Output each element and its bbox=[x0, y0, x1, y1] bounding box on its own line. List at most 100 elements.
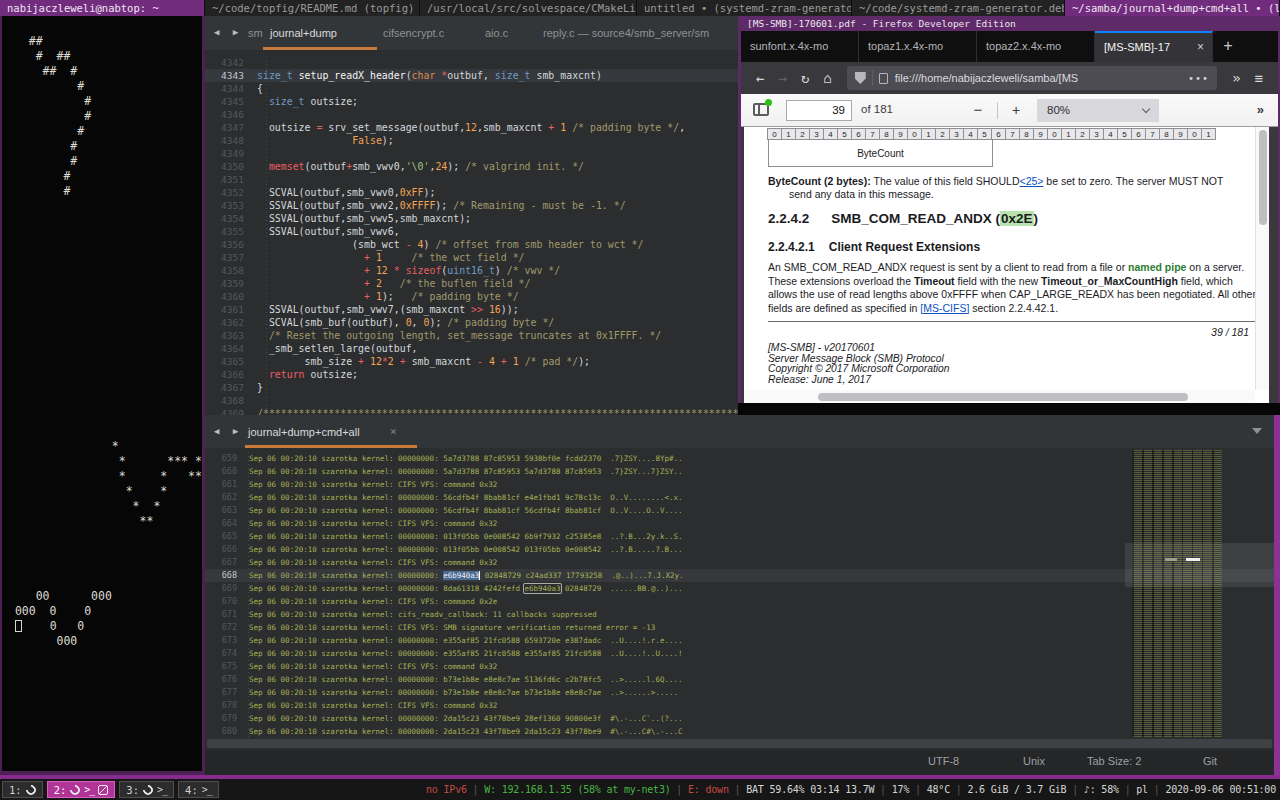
new-tab-button[interactable]: + bbox=[1213, 31, 1243, 62]
window-tab[interactable]: ~/code/topfig/README.md (topfig) … bbox=[205, 0, 420, 16]
log-text: Sep 06 00:20:10 szarotka kernel: CIFS VF… bbox=[249, 699, 497, 712]
window-tab[interactable]: nabijaczleweli@nabtop: ~ bbox=[0, 0, 205, 16]
log-text: Sep 06 00:20:10 szarotka kernel: CIFS VF… bbox=[249, 556, 497, 569]
workspace-button[interactable]: 1: bbox=[2, 781, 43, 798]
line-number: 669 bbox=[205, 582, 249, 595]
firefox-window: [MS-SMB]-170601.pdf - Firefox Developer … bbox=[738, 16, 1280, 403]
code-text: SSVAL(outbuf,smb_vwv7,(smb_maxcnt >> 16)… bbox=[257, 303, 519, 316]
bit-cell: 8 bbox=[1159, 128, 1174, 140]
firefox-navbar: ← → ↻ ⌂ file:///home/nabijaczleweli/samb… bbox=[741, 62, 1278, 94]
code-line: 4351 bbox=[205, 173, 738, 186]
log-text: Sep 06 00:20:10 szarotka kernel: 0000000… bbox=[249, 491, 682, 504]
log-line: 670Sep 06 00:20:10 szarotka kernel: CIFS… bbox=[205, 595, 1274, 608]
terminal-window[interactable]: ## # ## ## # # # # # # # # # * * *** * * bbox=[0, 16, 205, 775]
pdf-text-line: An SMB_COM_READ_ANDX request is sent by … bbox=[768, 261, 1244, 273]
tab-scroll-arrows[interactable]: ◀ ▶ bbox=[214, 426, 242, 436]
status-segment: E: down bbox=[688, 784, 729, 795]
url-bar[interactable]: file:///home/nabijaczleweli/samba/[MS ••… bbox=[847, 66, 1217, 90]
code-line: 4366 return outsize; bbox=[205, 368, 738, 381]
line-number: 674 bbox=[205, 647, 249, 660]
home-icon[interactable]: ⌂ bbox=[823, 70, 831, 86]
editor-top-code[interactable]: 43424343size_t setup_readX_header(char *… bbox=[205, 50, 738, 415]
line-number: 667 bbox=[205, 556, 249, 569]
browser-tab[interactable]: topaz1.x.4x-mo bbox=[859, 31, 977, 62]
pdf-paragraph: send any data in this message. bbox=[789, 188, 934, 200]
editor-bottom-log[interactable]: 659Sep 06 00:20:10 szarotka kernel: 0000… bbox=[205, 448, 1274, 738]
urlbar-divider bbox=[872, 70, 873, 86]
line-number: 4353 bbox=[205, 199, 257, 212]
tab-aio-c[interactable]: aio.c bbox=[485, 16, 508, 50]
menu-icon[interactable]: ≡ bbox=[1255, 70, 1263, 86]
bit-cell: 1 bbox=[1201, 128, 1216, 140]
selected-text: e6b940a3 bbox=[443, 571, 480, 580]
status-segment: 17% bbox=[892, 784, 909, 795]
firefox-icon bbox=[24, 782, 38, 796]
line-number: 4350 bbox=[205, 160, 257, 173]
horizontal-scrollbar[interactable] bbox=[205, 737, 1274, 750]
log-text: Sep 06 00:20:10 szarotka kernel: 0000000… bbox=[249, 686, 678, 699]
tab-cifsencrypt-c[interactable]: cifsencrypt.c bbox=[383, 16, 444, 50]
code-text: size_t outsize; bbox=[257, 95, 358, 108]
browser-tab[interactable]: [MS-SMB]-17× bbox=[1095, 31, 1213, 62]
code-text: /***************************************… bbox=[257, 407, 738, 415]
log-text: Sep 06 00:20:10 szarotka kernel: 0000000… bbox=[249, 543, 682, 556]
workspace-button[interactable]: 3:>_ bbox=[119, 781, 174, 798]
log-line: 668Sep 06 00:20:10 szarotka kernel: 0000… bbox=[205, 569, 1274, 582]
pdf-tools-chevrons-icon[interactable]: » bbox=[1257, 102, 1264, 117]
line-number: 4354 bbox=[205, 212, 257, 225]
forward-icon[interactable]: → bbox=[778, 70, 786, 86]
line-number: 4361 bbox=[205, 303, 257, 316]
status-item[interactable]: Git bbox=[1203, 755, 1217, 767]
bit-cell: 0 bbox=[1047, 128, 1062, 140]
tab-scroll-arrows[interactable]: ◀ ▶ bbox=[214, 27, 242, 37]
minimap-viewport[interactable] bbox=[1125, 543, 1274, 587]
overflow-chevrons-icon[interactable]: » bbox=[1232, 70, 1240, 86]
line-number: 4364 bbox=[205, 342, 257, 355]
pdf-vertical-scrollbar[interactable] bbox=[1255, 127, 1269, 390]
status-segment: 2020-09-06 00:51:00 bbox=[1165, 784, 1276, 795]
tab-journal-dump-cmd-all[interactable]: journal+dump+cmd+all bbox=[248, 415, 360, 449]
code-line: 4349 bbox=[205, 147, 738, 160]
zoom-select[interactable]: 80% bbox=[1037, 99, 1159, 122]
status-item[interactable]: Unix bbox=[1023, 755, 1045, 767]
zoom-out-button[interactable]: − bbox=[965, 98, 991, 122]
workspace-list: 1:2:>_3:>_4:>_ bbox=[2, 781, 219, 798]
status-item[interactable]: Tab Size: 2 bbox=[1087, 755, 1141, 767]
tab-close-icon[interactable]: × bbox=[1197, 33, 1204, 62]
pdf-page: 01234567890123456789012345678901 ByteCou… bbox=[744, 127, 1269, 403]
editor-status-bar: UTF-8 Unix Tab Size: 2 Git bbox=[205, 750, 1274, 775]
code-text: SCVAL(outbuf,smb_vwv0,0xFF); bbox=[257, 186, 435, 199]
line-number: 4343 bbox=[205, 69, 257, 82]
code-line: 4364 _smb_setlen_large(outbuf, bbox=[205, 342, 738, 355]
shield-icon[interactable] bbox=[855, 72, 866, 84]
back-icon[interactable]: ← bbox=[756, 70, 764, 86]
pdf-page-input[interactable]: 39 bbox=[786, 100, 852, 121]
window-tab[interactable]: ~/samba/journal+dump+cmd+all • (li… bbox=[1065, 0, 1280, 16]
status-item[interactable]: UTF-8 bbox=[928, 755, 959, 767]
window-tab[interactable]: untitled • (systemd-zram-generato… bbox=[637, 0, 852, 16]
workspace-button[interactable]: 2:>_ bbox=[47, 781, 116, 798]
code-line: 4360 + 1); /* padding byte */ bbox=[205, 290, 738, 303]
urlbar-ellipsis-icon[interactable]: ••• bbox=[1188, 73, 1209, 84]
tab-overflow-icon[interactable] bbox=[1252, 428, 1262, 434]
tab-sm[interactable]: sm bbox=[248, 16, 263, 50]
reload-icon[interactable]: ↻ bbox=[801, 70, 809, 86]
zoom-in-button[interactable]: + bbox=[1003, 98, 1029, 122]
tab-close-icon[interactable]: × bbox=[390, 415, 397, 448]
log-text: Sep 06 00:20:10 szarotka kernel: 0000000… bbox=[249, 712, 682, 725]
window-tab[interactable]: ~/code/systemd-zram-generator.deb… bbox=[852, 0, 1065, 16]
pdf-horizontal-scrollbar[interactable] bbox=[744, 390, 1255, 403]
status-segment: BAT 59.64% 03:14 13.7W bbox=[746, 784, 874, 795]
minimap[interactable] bbox=[1132, 450, 1222, 740]
window-tab[interactable]: /usr/local/src/solvespace/CMakeLi… bbox=[420, 0, 637, 16]
browser-tab[interactable]: sunfont.x.4x-mo bbox=[741, 31, 859, 62]
tab-reply-c-source4-smb-server-sm[interactable]: reply.c — source4/smb_server/sm bbox=[543, 16, 709, 50]
code-line: 4346 bbox=[205, 108, 738, 121]
tab-journal-dump[interactable]: journal+dump bbox=[270, 16, 337, 50]
browser-tab[interactable]: topaz2.x.4x-mo bbox=[977, 31, 1095, 62]
log-text: Sep 06 00:20:10 szarotka kernel: 0000000… bbox=[249, 569, 684, 582]
code-text: + 1 /* the wct field */ bbox=[257, 251, 525, 264]
workspace-button[interactable]: 4:>_ bbox=[178, 781, 219, 798]
code-text: SSVAL(outbuf,smb_vwv6, bbox=[257, 225, 400, 238]
pdf-divider bbox=[768, 321, 1256, 322]
